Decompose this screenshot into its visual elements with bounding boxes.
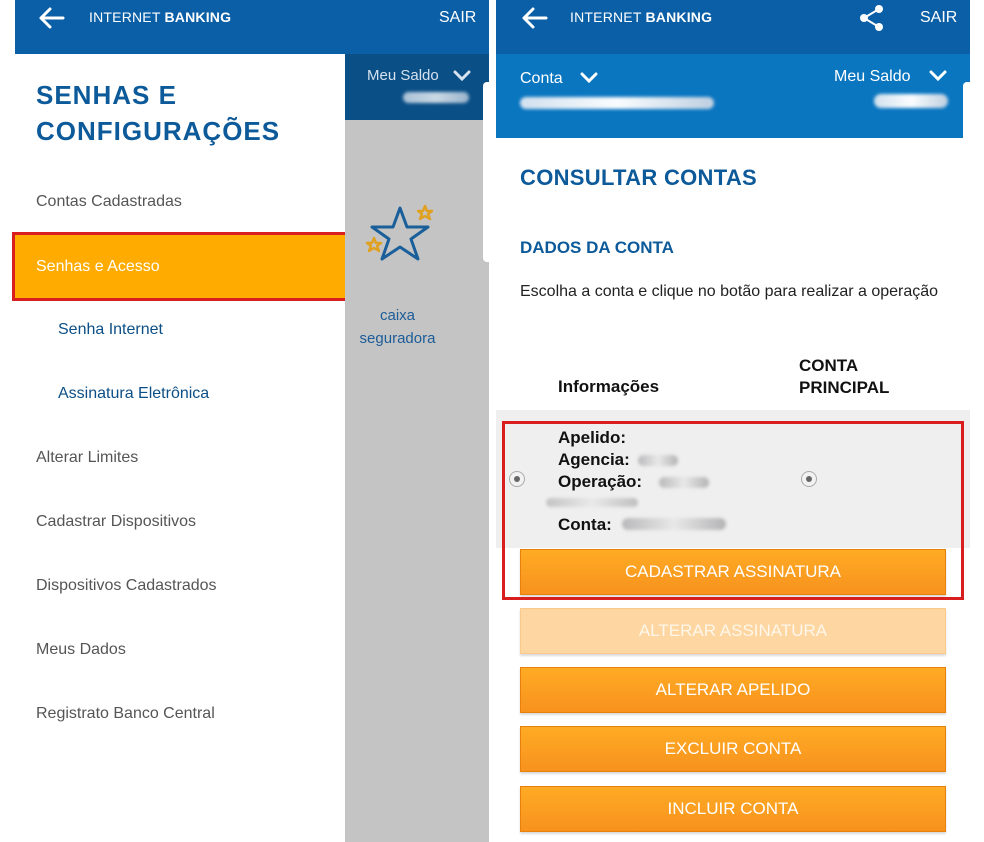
highlight-annotation-box (502, 421, 964, 600)
card-edge (483, 82, 489, 262)
chevron-down-icon[interactable] (453, 69, 471, 82)
brand-logo: INTERNET BANKING (89, 9, 231, 25)
delete-account-button[interactable]: EXCLUIR CONTA (520, 726, 946, 772)
menu-title: SENHAS E CONFIGURAÇÕES (36, 77, 280, 149)
balance-strip: Meu Saldo (345, 54, 489, 120)
menu-subitem-senha-internet[interactable]: Senha Internet (58, 321, 163, 339)
menu-item-alterar-limites[interactable]: Alterar Limites (36, 449, 138, 467)
brand-bold-text: BANKING (645, 9, 713, 25)
dimmed-background-page: Meu Saldo caixa seguradora (345, 54, 489, 842)
share-icon[interactable] (858, 4, 886, 32)
change-nickname-button[interactable]: ALTERAR APELIDO (520, 667, 946, 713)
menu-title-line2: CONFIGURAÇÕES (36, 116, 281, 146)
right-header: INTERNET BANKING SAIR (496, 0, 970, 54)
tile-label: caixa seguradora (345, 304, 450, 350)
account-balance-strip: Conta Meu Saldo (496, 54, 970, 138)
change-signature-button: ALTERAR ASSINATURA (520, 608, 946, 654)
page-title: CONSULTAR CONTAS (520, 165, 758, 190)
logout-button[interactable]: SAIR (439, 9, 476, 27)
tile-label-line1: caixa (379, 307, 416, 324)
chevron-down-icon[interactable] (929, 69, 947, 82)
balance-label: Meu Saldo (367, 67, 439, 84)
menu-item-meus-dados[interactable]: Meus Dados (36, 641, 126, 659)
table-header-main-line2: PRINCIPAL (799, 378, 890, 397)
back-arrow-icon[interactable] (522, 7, 548, 29)
brand-light-text: INTERNET (570, 9, 642, 25)
balance-value-blurred (403, 92, 469, 103)
tile-label-line2: seguradora (359, 330, 436, 347)
table-header-info: Informações (558, 377, 660, 396)
chevron-down-icon[interactable] (580, 71, 598, 84)
brand-light-text: INTERNET (89, 9, 161, 25)
menu-subitem-assinatura-eletronica[interactable]: Assinatura Eletrônica (58, 385, 209, 403)
caixa-seguradora-tile[interactable]: caixa seguradora (345, 200, 455, 360)
stars-icon (362, 200, 438, 270)
table-header-main-account: CONTA PRINCIPAL (799, 355, 889, 399)
menu-item-contas-cadastradas[interactable]: Contas Cadastradas (36, 193, 182, 211)
section-title: DADOS DA CONTA (520, 238, 674, 257)
brand-logo: INTERNET BANKING (570, 9, 712, 25)
table-header-main-line1: CONTA (799, 356, 859, 375)
menu-item-registrato-banco-central[interactable]: Registrato Banco Central (36, 705, 215, 723)
back-arrow-icon[interactable] (39, 7, 65, 29)
balance-label[interactable]: Meu Saldo (834, 68, 911, 86)
account-selector-label[interactable]: Conta (520, 70, 563, 88)
balance-value-blurred (874, 94, 948, 108)
menu-item-senhas-e-acesso[interactable]: Senhas e Acesso (15, 235, 345, 298)
left-header: INTERNET BANKING SAIR (15, 0, 489, 54)
menu-item-cadastrar-dispositivos[interactable]: Cadastrar Dispositivos (36, 513, 196, 531)
account-number-blurred (520, 97, 714, 109)
card-edge (963, 82, 970, 262)
menu-title-line1: SENHAS E (36, 80, 177, 110)
brand-bold-text: BANKING (164, 9, 232, 25)
add-account-button[interactable]: INCLUIR CONTA (520, 786, 946, 832)
instruction-text: Escolha a conta e clique no botão para r… (520, 283, 939, 300)
menu-item-senhas-e-acesso-label: Senhas e Acesso (36, 258, 160, 275)
logout-button[interactable]: SAIR (920, 9, 957, 27)
menu-item-dispositivos-cadastrados[interactable]: Dispositivos Cadastrados (36, 577, 217, 595)
